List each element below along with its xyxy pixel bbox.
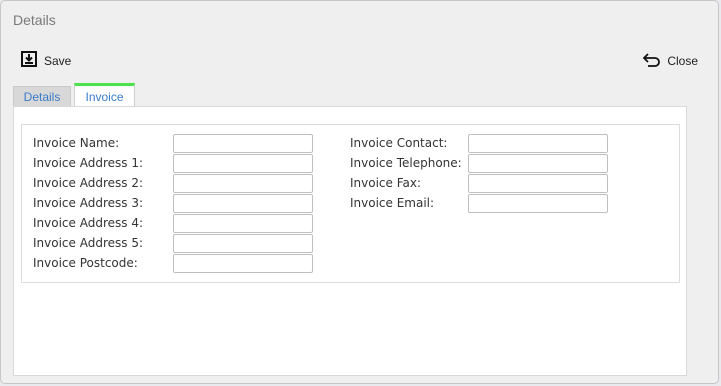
invoice-address-2-label: Invoice Address 2: [33,176,143,190]
invoice-contact-input[interactable] [468,134,608,153]
save-icon [21,51,37,71]
invoice-address-5-label: Invoice Address 5: [33,236,143,250]
invoice-address-1-label: Invoice Address 1: [33,156,143,170]
invoice-panel: Invoice Name: Invoice Address 1: Invoice… [13,106,687,376]
invoice-address-4-label: Invoice Address 4: [33,216,143,230]
invoice-address-4-input[interactable] [173,214,313,233]
dialog-title: Details [13,12,56,28]
invoice-address-1-input[interactable] [173,154,313,173]
invoice-name-label: Invoice Name: [33,136,120,150]
close-button[interactable]: Close [643,51,698,71]
undo-icon [643,52,661,71]
tab-invoice[interactable]: Invoice [74,83,135,107]
invoice-fieldset: Invoice Name: Invoice Address 1: Invoice… [21,124,680,283]
invoice-address-3-input[interactable] [173,194,313,213]
invoice-fax-input[interactable] [468,174,608,193]
invoice-contact-label: Invoice Contact: [350,136,448,150]
close-label: Close [667,54,698,68]
tab-details[interactable]: Details [13,86,71,107]
invoice-telephone-input[interactable] [468,154,608,173]
invoice-address-2-input[interactable] [173,174,313,193]
invoice-telephone-label: Invoice Telephone: [350,156,462,170]
invoice-address-3-label: Invoice Address 3: [33,196,143,210]
save-button[interactable]: Save [21,51,71,71]
invoice-postcode-input[interactable] [173,254,313,273]
invoice-postcode-label: Invoice Postcode: [33,256,138,270]
invoice-name-input[interactable] [173,134,313,153]
invoice-email-input[interactable] [468,194,608,213]
save-label: Save [44,54,72,68]
details-dialog: Details Save Close Details Invoice Invoi… [0,0,719,384]
invoice-fax-label: Invoice Fax: [350,176,422,190]
invoice-address-5-input[interactable] [173,234,313,253]
invoice-email-label: Invoice Email: [350,196,435,210]
